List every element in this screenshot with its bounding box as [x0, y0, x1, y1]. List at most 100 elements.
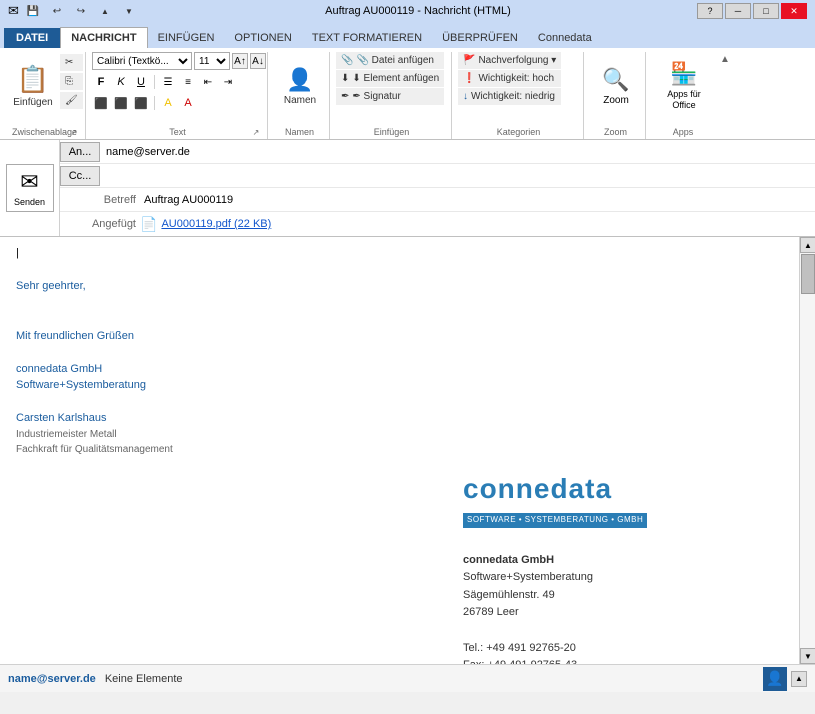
- ribbon-collapse: ▲: [720, 52, 730, 139]
- align-left-button[interactable]: ⬛: [92, 94, 110, 112]
- quick-undo[interactable]: ↩: [47, 2, 67, 20]
- attachment-link[interactable]: AU000119.pdf (22 KB): [161, 218, 271, 230]
- status-scroll-up[interactable]: ▲: [791, 671, 807, 687]
- wichtigkeit-niedrig-button[interactable]: ↓ Wichtigkeit: niedrig: [458, 88, 561, 105]
- maximize-button[interactable]: □: [753, 3, 779, 19]
- ribbon-collapse-button[interactable]: ▲: [720, 54, 730, 65]
- cc-row: Cc...: [60, 164, 815, 188]
- zoom-button[interactable]: 🔍 Zoom: [590, 52, 642, 120]
- nachverfolgung-label: Nachverfolgung ▾: [478, 55, 556, 66]
- apps-office-button[interactable]: 🏪 Apps für Office: [652, 52, 716, 120]
- kategorien-label: Kategorien: [454, 127, 583, 137]
- message-body: | Sehr geehrter, Mit freundlichen Grüßen…: [0, 237, 815, 664]
- ribbon-tabs: DATEI NACHRICHT EINFÜGEN OPTIONEN TEXT F…: [0, 22, 815, 48]
- tab-ueberpruefen[interactable]: ÜBERPRÜFEN: [432, 28, 528, 48]
- wichtigkeit-hoch-button[interactable]: ❗ Wichtigkeit: hoch: [458, 70, 561, 87]
- arrow-down-icon[interactable]: ▼: [119, 2, 139, 20]
- zoom-group-label: Zoom: [586, 127, 645, 137]
- angefuegt-label: Angefügt: [60, 216, 140, 232]
- indent-increase-button[interactable]: ⇥: [219, 73, 237, 91]
- tab-optionen[interactable]: OPTIONEN: [224, 28, 301, 48]
- cc-button[interactable]: Cc...: [60, 166, 100, 186]
- betreff-field[interactable]: [140, 192, 815, 208]
- help-button[interactable]: ?: [697, 3, 723, 19]
- scrollbar: ▲ ▼: [799, 237, 815, 664]
- sig-tel: Tel.: +49 491 92765-20: [463, 640, 783, 658]
- list-button[interactable]: ☰: [159, 73, 177, 91]
- einfuegen-button[interactable]: 📋 Einfügen: [8, 52, 58, 120]
- body-content[interactable]: | Sehr geehrter, Mit freundlichen Grüßen…: [0, 237, 799, 664]
- signatur-icon: ✒: [341, 91, 349, 102]
- sig-line3: 26789 Leer: [463, 604, 783, 622]
- highlight-button[interactable]: A: [159, 94, 177, 112]
- font-name-select[interactable]: Calibri (Textkö...: [92, 52, 192, 70]
- ausschneiden-button[interactable]: ✂: [60, 54, 83, 71]
- ribbon-group-kategorien: 🚩 Nachverfolgung ▾ ❗ Wichtigkeit: hoch ↓…: [454, 52, 584, 139]
- tab-datei[interactable]: DATEI: [4, 28, 60, 48]
- datei-anfuegen-label: 📎 Datei anfügen: [356, 55, 434, 66]
- ribbon-group-namen: 👤 Namen Namen: [270, 52, 330, 139]
- tab-connedata[interactable]: Connedata: [528, 28, 602, 48]
- italic-button[interactable]: K: [112, 73, 130, 91]
- indent-decrease-button[interactable]: ⇤: [199, 73, 217, 91]
- namen-label: Namen: [284, 95, 316, 106]
- an-button[interactable]: An...: [60, 142, 100, 162]
- greeting-text: Sehr geehrter,: [16, 278, 783, 295]
- ribbon-group-zoom: 🔍 Zoom Zoom: [586, 52, 646, 139]
- arrow-down-prio-icon: ↓: [463, 91, 468, 102]
- quick-redo[interactable]: ↪: [71, 2, 91, 20]
- font-size-select[interactable]: 11: [194, 52, 230, 70]
- minimize-button[interactable]: ─: [725, 3, 751, 19]
- namen-button[interactable]: 👤 Namen: [274, 52, 326, 120]
- avatar: 👤: [763, 667, 787, 691]
- text-label: Text: [88, 127, 267, 137]
- element-anfuegen-label: ⬇ Element anfügen: [352, 73, 439, 84]
- kategorien-content: 🚩 Nachverfolgung ▾ ❗ Wichtigkeit: hoch ↓…: [458, 52, 561, 137]
- farewell-text: Mit freundlichen Grüßen: [16, 328, 783, 345]
- einfuegen-content: 📎 📎 Datei anfügen ⬇ ⬇ Element anfügen ✒ …: [336, 52, 444, 137]
- zoom-label: Zoom: [603, 95, 629, 106]
- cc-field[interactable]: [102, 168, 815, 184]
- tab-textformat[interactable]: TEXT FORMATIEREN: [302, 28, 432, 48]
- quick-save[interactable]: 💾: [23, 2, 43, 20]
- bold-button[interactable]: F: [92, 73, 110, 91]
- scissors-icon: ✂: [65, 57, 73, 68]
- exclamation-icon: ❗: [463, 73, 475, 84]
- font-row2: F K U ☰ ≡ ⇤ ⇥: [92, 73, 266, 91]
- an-field[interactable]: [102, 144, 815, 160]
- ribbon-group-text: Calibri (Textkö... 11 A↑ A↓ F K U ☰ ≡ ⇤ …: [88, 52, 268, 139]
- kopieren-button[interactable]: ⎘: [60, 73, 83, 90]
- senden-button[interactable]: ✉ Senden: [6, 164, 54, 212]
- font-increase-button[interactable]: A↑: [232, 53, 248, 69]
- font-decrease-button[interactable]: A↓: [250, 53, 266, 69]
- nachverfolgung-button[interactable]: 🚩 Nachverfolgung ▾: [458, 52, 561, 69]
- separator2: [154, 96, 155, 110]
- datei-anfuegen-button[interactable]: 📎 📎 Datei anfügen: [336, 52, 444, 69]
- connedata-logo: connedata: [463, 467, 783, 512]
- window-title: Auftrag AU000119 - Nachricht (HTML): [139, 5, 697, 17]
- signatur-button[interactable]: ✒ ✒ Signatur: [336, 88, 444, 105]
- status-email: name@server.de: [8, 673, 96, 685]
- format-painter-button[interactable]: 🖌: [60, 92, 83, 109]
- numbered-list-button[interactable]: ≡: [179, 73, 197, 91]
- signatur-label: ✒ Signatur: [352, 91, 400, 102]
- underline-button[interactable]: U: [132, 73, 150, 91]
- scroll-thumb[interactable]: [801, 254, 815, 294]
- align-right-button[interactable]: ⬛: [132, 94, 150, 112]
- element-anfuegen-button[interactable]: ⬇ ⬇ Element anfügen: [336, 70, 444, 87]
- align-center-button[interactable]: ⬛: [112, 94, 130, 112]
- scroll-track[interactable]: [800, 253, 815, 648]
- pdf-icon: 📄: [140, 216, 157, 233]
- status-bar: name@server.de Keine Elemente 👤 ▲: [0, 664, 815, 692]
- person-title2: Fachkraft für Qualitätsmanagement: [16, 442, 783, 457]
- tab-einfuegen[interactable]: EINFÜGEN: [148, 28, 225, 48]
- tab-nachricht[interactable]: NACHRICHT: [60, 27, 147, 48]
- font-color-button[interactable]: A: [179, 94, 197, 112]
- text-content: Calibri (Textkö... 11 A↑ A↓ F K U ☰ ≡ ⇤ …: [92, 52, 266, 127]
- arrow-up-icon[interactable]: ▲: [95, 2, 115, 20]
- wichtigkeit-niedrig-label: Wichtigkeit: niedrig: [471, 91, 555, 102]
- header-top-row: ✉ Senden An... Cc... Betreff: [0, 140, 815, 236]
- scroll-up-button[interactable]: ▲: [800, 237, 815, 253]
- close-button[interactable]: ✕: [781, 3, 807, 19]
- scroll-down-button[interactable]: ▼: [800, 648, 815, 664]
